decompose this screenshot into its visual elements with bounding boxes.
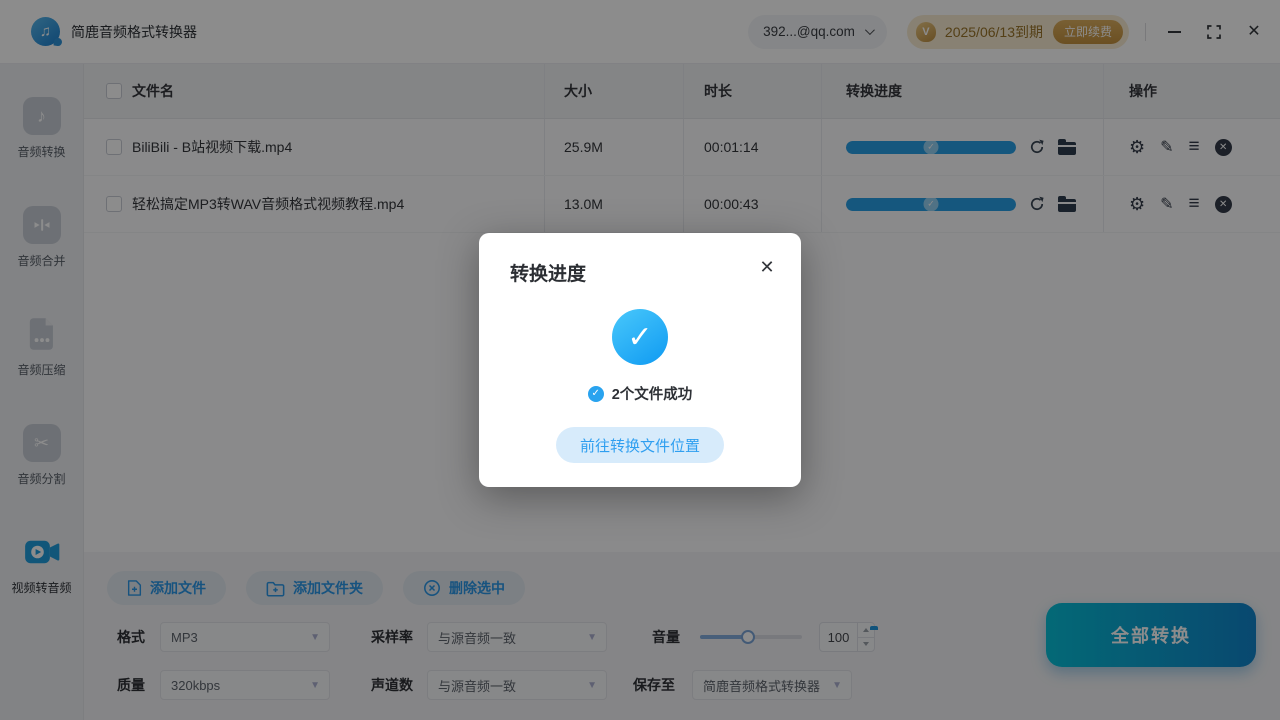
open-output-location-button[interactable]: 前往转换文件位置: [556, 427, 724, 463]
dialog-close-button[interactable]: ✕: [755, 255, 779, 279]
app-window: ♫ 简鹿音频格式转换器 392...@qq.com V 2025/06/13到期…: [0, 0, 1280, 720]
status-text: 2个文件成功: [612, 383, 693, 404]
close-icon: ✕: [759, 257, 774, 278]
dialog-title: 转换进度: [510, 259, 586, 286]
conversion-progress-dialog: 转换进度 ✕ ✓ ✓ 2个文件成功 前往转换文件位置: [479, 233, 801, 487]
check-badge-icon: ✓: [588, 386, 604, 402]
status-row: ✓ 2个文件成功: [479, 383, 801, 404]
success-check-icon: ✓: [612, 309, 668, 365]
